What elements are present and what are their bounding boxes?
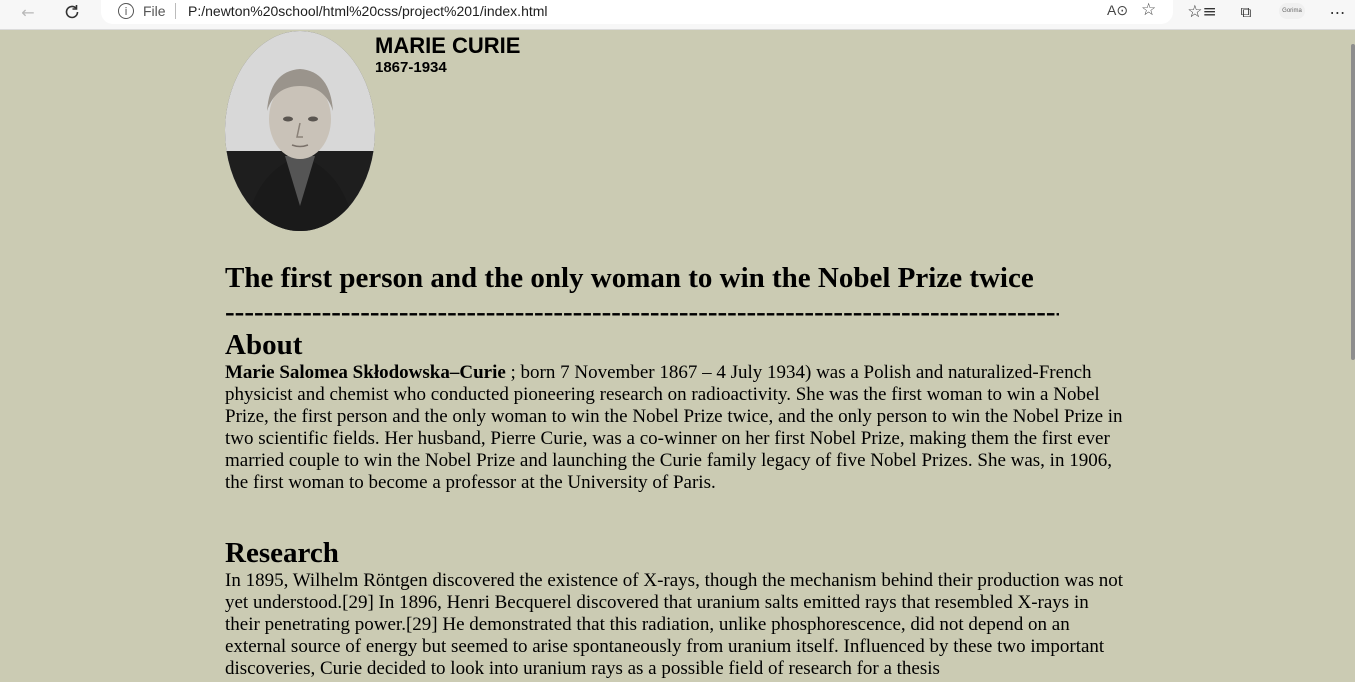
research-heading: Research [225,537,339,569]
more-menu-button[interactable]: ⋯ [1323,0,1353,24]
research-paragraph: In 1895, Wilhelm Röntgen discovered the … [225,570,1124,679]
portrait-image [225,31,375,231]
page-headline: The first person and the only woman to w… [225,262,1034,294]
collections-icon: ⧉ [1240,3,1252,21]
profile-avatar[interactable]: Gorima [1279,3,1305,19]
reload-icon [65,5,79,19]
address-divider [175,3,176,19]
favorites-button[interactable]: ☆≡ [1187,0,1217,24]
read-aloud-icon[interactable]: A⊙ [1107,2,1128,19]
back-arrow-icon: ← [21,2,35,22]
address-bar[interactable]: i File P:/newton%20school/html%20css/pro… [101,0,1173,24]
more-icon: ⋯ [1329,2,1347,22]
about-heading: About [225,329,303,361]
add-favorite-icon[interactable]: ☆ [1141,0,1156,20]
browser-toolbar: ← i File P:/newton%20school/html%20css/p… [0,0,1355,30]
favorites-icon: ☆≡ [1187,2,1217,22]
profile-name: MARIE CURIE [375,33,521,58]
dashed-separator: ----------------------------------------… [225,296,1059,328]
collections-button[interactable]: ⧉ [1231,0,1261,24]
reload-button[interactable] [57,0,87,24]
url-scheme-label: File [143,3,166,19]
about-paragraph: Marie Salomea Skłodowska–Curie ; born 7 … [225,362,1125,494]
back-button[interactable]: ← [13,0,43,24]
site-info-icon[interactable]: i [118,3,134,19]
page-scrollbar-thumb[interactable] [1351,44,1355,360]
profile-years: 1867-1934 [375,59,447,76]
url-text[interactable]: P:/newton%20school/html%20css/project%20… [188,3,548,19]
about-full-name: Marie Salomea Skłodowska–Curie [225,362,506,383]
